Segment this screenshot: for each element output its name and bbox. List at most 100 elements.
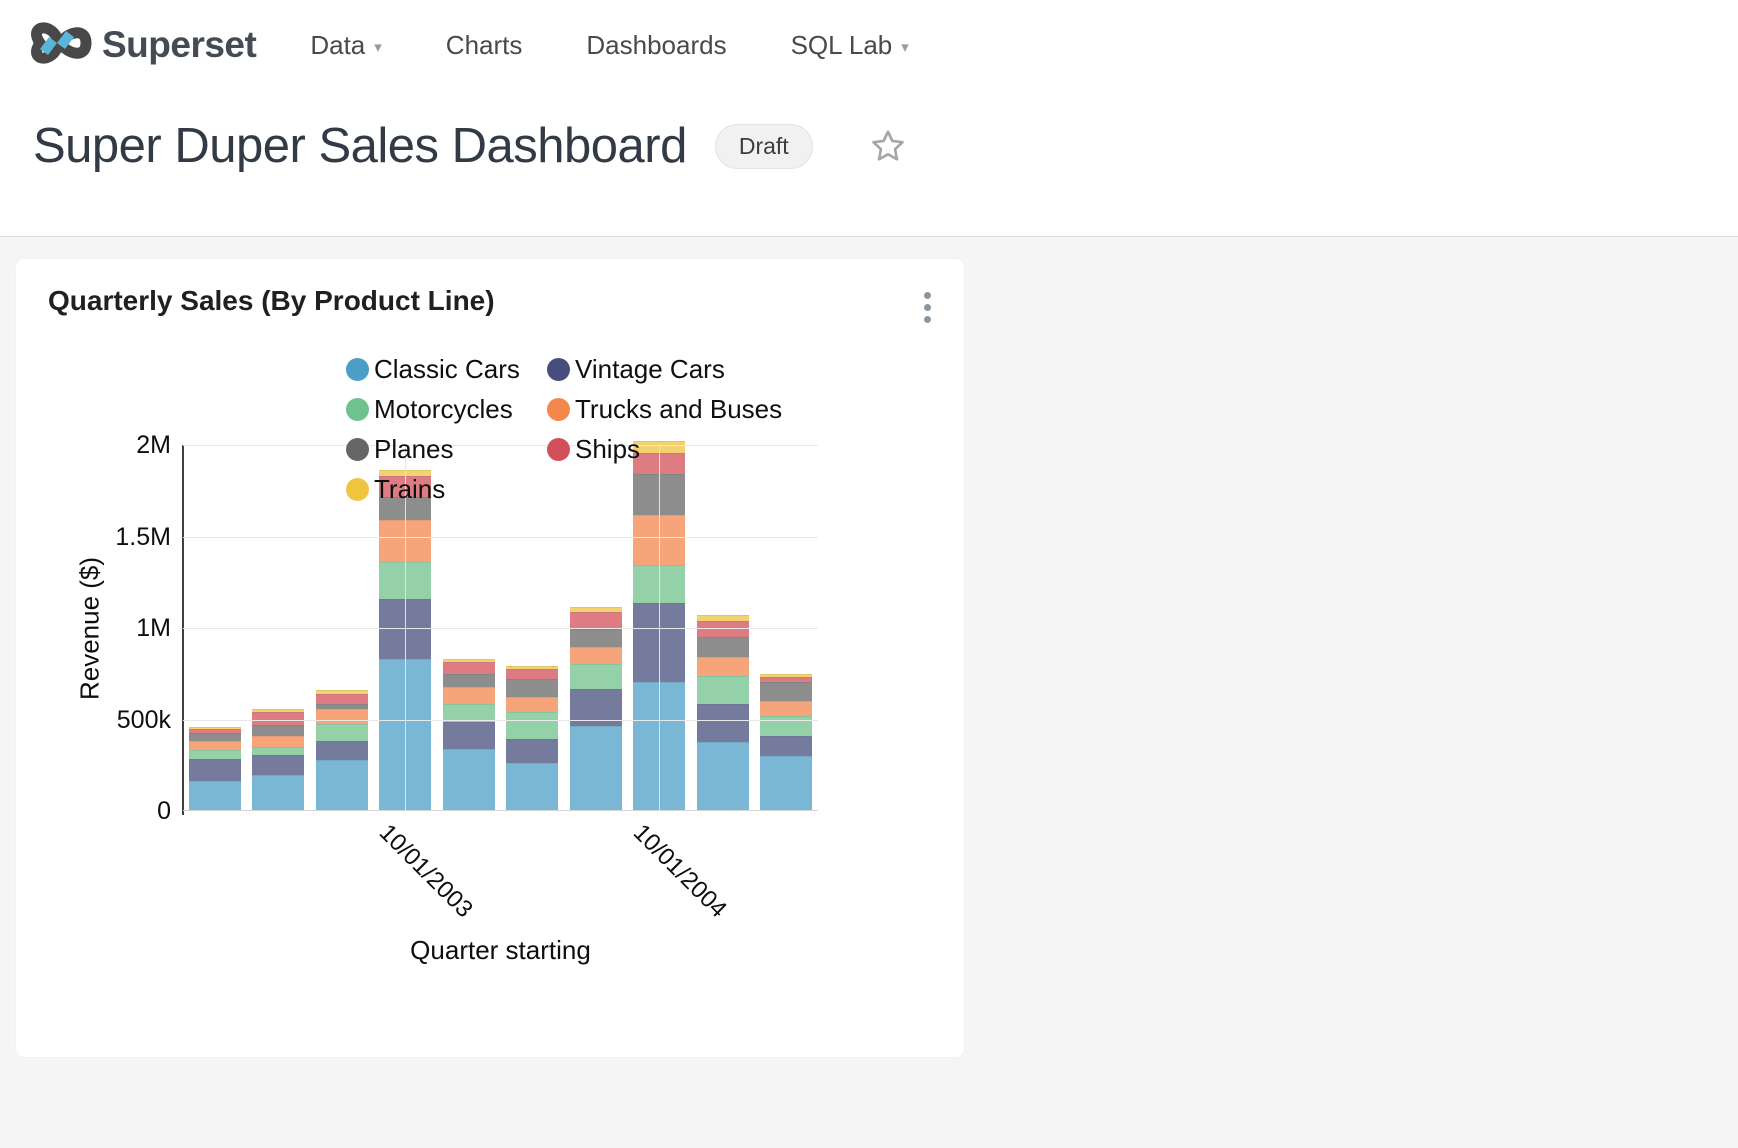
- legend-item-vintage-cars[interactable]: Vintage Cars: [547, 353, 782, 386]
- bar-segment-classic-cars[interactable]: [760, 756, 812, 810]
- stacked-bar-chart: Revenue ($) Quarter starting Classic Car…: [16, 259, 964, 1057]
- bar-segment-vintage-cars[interactable]: [316, 741, 368, 760]
- status-badge: Draft: [715, 124, 813, 169]
- bar-segment-trains[interactable]: [570, 607, 622, 612]
- bar-segment-classic-cars[interactable]: [252, 775, 304, 810]
- legend-label: Trucks and Buses: [575, 394, 782, 425]
- bar-segment-ships[interactable]: [252, 712, 304, 725]
- bar-segment-motorcycles[interactable]: [570, 664, 622, 689]
- y-tick-label: 0: [61, 797, 171, 826]
- stacked-bar-9[interactable]: [697, 615, 749, 810]
- legend-item-motorcycles[interactable]: Motorcycles: [346, 393, 547, 426]
- bar-segment-classic-cars[interactable]: [443, 749, 495, 810]
- bar-segment-classic-cars[interactable]: [570, 726, 622, 810]
- bar-segment-planes[interactable]: [570, 629, 622, 647]
- bar-segment-ships[interactable]: [506, 669, 558, 679]
- nav-item-charts[interactable]: Charts: [446, 30, 523, 61]
- dashboard-title-row: Super Duper Sales Dashboard Draft: [0, 90, 1738, 174]
- bar-segment-vintage-cars[interactable]: [506, 739, 558, 762]
- bar-segment-vintage-cars[interactable]: [760, 736, 812, 756]
- app-header: Superset Data▾ Charts Dashboards SQL Lab ▾ S…: [0, 0, 1738, 237]
- nav-item-sql-lab[interactable]: SQL Lab ▾: [791, 30, 909, 61]
- nav-item-label: Data: [310, 30, 365, 61]
- bar-segment-planes[interactable]: [443, 674, 495, 687]
- x-axis-title: Quarter starting: [183, 935, 818, 966]
- bar-segment-ships[interactable]: [760, 677, 812, 682]
- nav-item-data[interactable]: Data▾: [310, 30, 381, 61]
- nav-item-dashboards[interactable]: Dashboards: [586, 30, 726, 61]
- legend-label: Trains: [374, 474, 445, 505]
- legend-label: Classic Cars: [374, 354, 520, 385]
- gridline: [183, 720, 818, 721]
- bar-segment-ships[interactable]: [443, 662, 495, 674]
- legend-label: Ships: [575, 434, 640, 465]
- bar-segment-planes[interactable]: [316, 704, 368, 710]
- legend-color-dot: [547, 398, 570, 421]
- bar-segment-motorcycles[interactable]: [252, 747, 304, 755]
- stacked-bar-7[interactable]: [570, 607, 622, 810]
- nav-menu: Data▾ Charts Dashboards SQL Lab ▾: [310, 30, 908, 61]
- stacked-bar-10[interactable]: [760, 674, 812, 810]
- stacked-bar-5[interactable]: [443, 659, 495, 810]
- bar-segment-classic-cars[interactable]: [506, 763, 558, 810]
- y-tick-label: 2M: [61, 431, 171, 460]
- page-title: Super Duper Sales Dashboard: [33, 118, 687, 174]
- legend-color-dot: [346, 398, 369, 421]
- bar-segment-vintage-cars[interactable]: [443, 722, 495, 749]
- bar-segment-classic-cars[interactable]: [189, 781, 241, 810]
- legend-color-dot: [547, 358, 570, 381]
- bar-segment-trains[interactable]: [189, 727, 241, 728]
- bar-segment-ships[interactable]: [570, 612, 622, 629]
- legend-color-dot: [346, 478, 369, 501]
- bar-segment-trains[interactable]: [443, 659, 495, 662]
- legend-label: Planes: [374, 434, 454, 465]
- bar-segment-motorcycles[interactable]: [316, 724, 368, 741]
- nav-item-label: SQL Lab: [791, 30, 893, 61]
- bar-segment-trains[interactable]: [697, 615, 749, 621]
- bar-segment-trucks-and-buses[interactable]: [252, 736, 304, 747]
- bar-segment-trucks-and-buses[interactable]: [506, 697, 558, 712]
- bar-segment-motorcycles[interactable]: [189, 750, 241, 759]
- stacked-bar-2[interactable]: [252, 709, 304, 810]
- legend-item-ships[interactable]: Ships: [547, 433, 782, 466]
- bar-segment-planes[interactable]: [760, 682, 812, 700]
- bar-segment-classic-cars[interactable]: [697, 742, 749, 810]
- bar-segment-motorcycles[interactable]: [697, 676, 749, 705]
- bar-segment-trains[interactable]: [316, 690, 368, 693]
- stacked-bar-3[interactable]: [316, 690, 368, 810]
- bar-segment-trains[interactable]: [252, 709, 304, 712]
- navbar: Superset Data▾ Charts Dashboards SQL Lab ▾: [0, 0, 1738, 90]
- bar-segment-motorcycles[interactable]: [506, 712, 558, 739]
- stacked-bar-1[interactable]: [189, 727, 241, 810]
- bar-segment-vintage-cars[interactable]: [189, 759, 241, 781]
- superset-brand[interactable]: Superset: [20, 16, 256, 75]
- bar-segment-trucks-and-buses[interactable]: [697, 657, 749, 675]
- bar-segment-trucks-and-buses[interactable]: [443, 687, 495, 704]
- bar-segment-ships[interactable]: [189, 729, 241, 734]
- bar-segment-planes[interactable]: [189, 733, 241, 740]
- bar-segment-ships[interactable]: [316, 694, 368, 704]
- caret-down-icon: ▾: [901, 38, 909, 56]
- bar-segment-trucks-and-buses[interactable]: [189, 741, 241, 751]
- stacked-bar-6[interactable]: [506, 666, 558, 810]
- y-tick-label: 500k: [61, 706, 171, 735]
- bar-segment-trains[interactable]: [506, 666, 558, 669]
- legend-item-trucks-and-buses[interactable]: Trucks and Buses: [547, 393, 782, 426]
- bar-segment-trucks-and-buses[interactable]: [316, 709, 368, 723]
- bar-segment-planes[interactable]: [506, 679, 558, 697]
- bar-segment-vintage-cars[interactable]: [252, 755, 304, 775]
- dashboard-body: Quarterly Sales (By Product Line) Revenu…: [0, 237, 1738, 1057]
- bar-segment-planes[interactable]: [252, 725, 304, 736]
- bar-segment-trucks-and-buses[interactable]: [570, 647, 622, 664]
- bar-segment-trucks-and-buses[interactable]: [760, 701, 812, 716]
- favorite-star-icon[interactable]: [871, 129, 905, 167]
- legend-color-dot: [346, 358, 369, 381]
- legend-item-classic-cars[interactable]: Classic Cars: [346, 353, 547, 386]
- legend-item-trains[interactable]: Trains: [346, 473, 547, 506]
- bar-segment-trains[interactable]: [760, 674, 812, 677]
- bar-segment-vintage-cars[interactable]: [697, 704, 749, 742]
- gridline: [183, 628, 818, 629]
- bar-segment-planes[interactable]: [697, 637, 749, 657]
- bar-segment-classic-cars[interactable]: [316, 760, 368, 810]
- legend-item-planes[interactable]: Planes: [346, 433, 547, 466]
